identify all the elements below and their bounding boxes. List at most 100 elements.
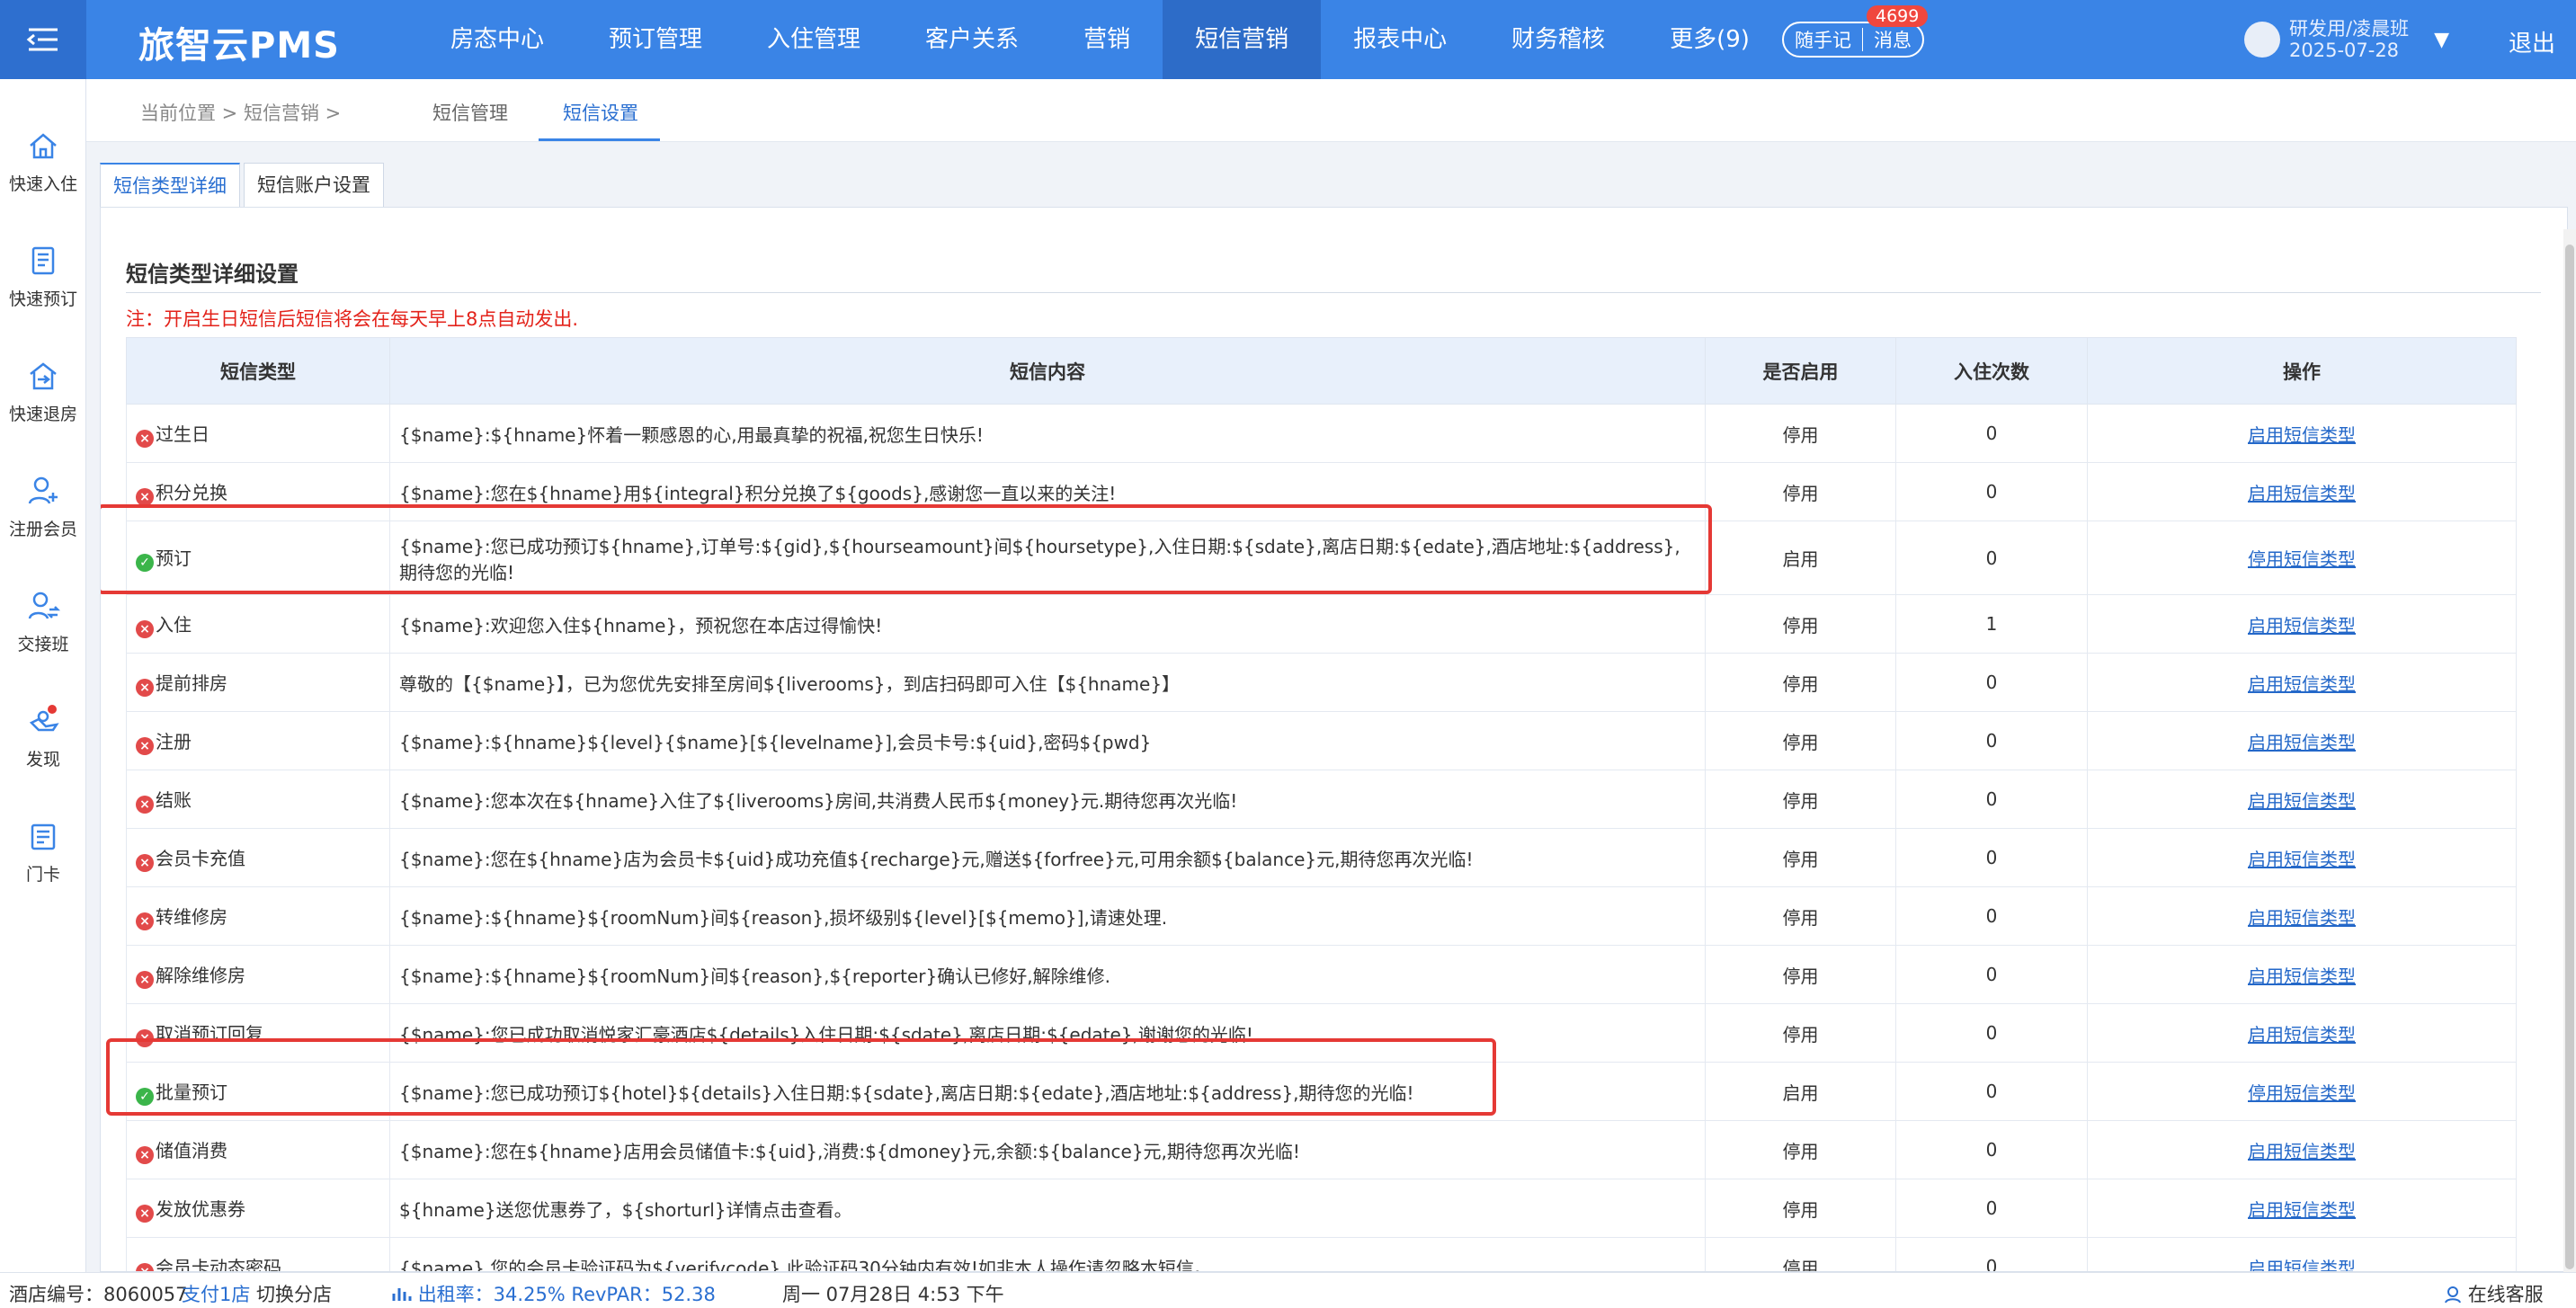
cell-sms-content: ${hname}送您优惠券了，${shorturl}详情点击查看。 bbox=[389, 1179, 1706, 1238]
user-menu[interactable]: 研发用/凌晨班 2025-07-28 ▼ bbox=[2244, 18, 2449, 61]
cell-sms-content: {$name}:${hname}${roomNum}间${reason},损坏级… bbox=[389, 886, 1706, 946]
cell-enabled: 停用 bbox=[1705, 828, 1896, 887]
nav-item-2[interactable]: 入住管理 bbox=[735, 0, 893, 79]
nav-item-6[interactable]: 报表中心 bbox=[1321, 0, 1479, 79]
cell-checkin-count: 0 bbox=[1895, 521, 2088, 595]
toggle-sms-type-link[interactable]: 启用短信类型 bbox=[2248, 615, 2356, 636]
card-icon bbox=[31, 823, 56, 850]
table-row: × 提前排房 尊敬的【{$name}】，已为您优先安排至房间${liverooms}… bbox=[126, 653, 2517, 712]
nav-item-4[interactable]: 营销 bbox=[1051, 0, 1163, 79]
nav-item-7[interactable]: 财务稽核 bbox=[1479, 0, 1637, 79]
sidebar-item-4[interactable]: 交接班 bbox=[0, 565, 86, 663]
online-support-label: 在线客服 bbox=[2467, 1284, 2544, 1305]
cell-enabled: 停用 bbox=[1705, 1179, 1896, 1238]
toggle-sms-type-link[interactable]: 启用短信类型 bbox=[2248, 673, 2356, 695]
column-header-4: 操作 bbox=[2087, 337, 2517, 405]
scrollbar-thumb[interactable] bbox=[2565, 245, 2574, 1269]
toggle-sms-type-link[interactable]: 启用短信类型 bbox=[2248, 1024, 2356, 1046]
disabled-x-icon: × bbox=[136, 429, 154, 448]
occupancy-text: 出租率：34.25% RevPAR：52.38 bbox=[417, 1284, 716, 1305]
sidebar-item-2[interactable]: 快速退房 bbox=[0, 334, 86, 433]
online-support[interactable]: 在线客服 bbox=[2444, 1280, 2544, 1307]
logout-button[interactable]: 退出 bbox=[2509, 25, 2555, 58]
nav-item-1[interactable]: 预订管理 bbox=[576, 0, 735, 79]
checkout-icon bbox=[30, 362, 57, 390]
memo-button[interactable]: 随手记 bbox=[1784, 26, 1862, 53]
cell-enabled: 停用 bbox=[1705, 1120, 1896, 1179]
sidebar-item-3[interactable]: 注册会员 bbox=[0, 449, 86, 548]
cell-sms-type: × 入住 bbox=[126, 594, 390, 654]
cell-checkin-count: 0 bbox=[1895, 886, 2088, 946]
table-row: × 过生日 {$name}:${hname}怀着一颗感恩的心,用最真挚的祝福,祝您生… bbox=[126, 404, 2517, 463]
table-header: 短信类型 短信内容 是否启用 入住次数 操作 bbox=[126, 337, 2517, 405]
toggle-sms-type-link[interactable]: 启用短信类型 bbox=[2248, 965, 2356, 987]
cell-enabled: 停用 bbox=[1705, 1003, 1896, 1063]
toggle-sms-type-link[interactable]: 停用短信类型 bbox=[2248, 1082, 2356, 1104]
disabled-x-icon: × bbox=[136, 1204, 154, 1223]
cell-enabled: 启用 bbox=[1705, 1062, 1896, 1121]
table-row: × 会员卡充值 {$name}:您在${hname}店为会员卡${uid}成功充值$… bbox=[126, 828, 2517, 887]
user-name: 研发用/凌晨班 bbox=[2289, 18, 2410, 40]
active-subtab-underline bbox=[539, 138, 660, 141]
sms-type-panel: 短信类型详细设置 注：开启生日短信后短信将会在每天早上8点自动发出. 短信类型短… bbox=[100, 207, 2568, 1272]
cell-sms-type: × 转维修房 bbox=[126, 886, 390, 946]
top-navbar: 旅智云PMS 房态中心 预订管理 入住管理 客户关系 营销 短信营销 报表中心 财务稽核 更多(… bbox=[0, 0, 2576, 79]
support-icon bbox=[2445, 1286, 2461, 1304]
cell-sms-content: {$name}:${hname}${level}{$name}[${leveln… bbox=[389, 711, 1706, 770]
disabled-x-icon: × bbox=[136, 1145, 154, 1164]
subtab-sms-settings[interactable]: 短信设置 bbox=[563, 99, 638, 126]
nav-item-0[interactable]: 房态中心 bbox=[418, 0, 576, 79]
sidebar-item-1[interactable]: 快速预订 bbox=[0, 219, 86, 318]
title-divider bbox=[126, 292, 2541, 293]
tab-strip: 短信类型详细 短信账户设置 bbox=[100, 163, 388, 208]
cell-sms-content: {$name}:您在${hname}店为会员卡${uid}成功充值${recha… bbox=[389, 828, 1706, 887]
sidebar-item-0[interactable]: 快速入住 bbox=[0, 104, 86, 203]
caret-down-icon[interactable]: ▼ bbox=[2434, 29, 2449, 51]
sidebar-item-5[interactable]: 发现 bbox=[0, 680, 86, 779]
toggle-sms-type-link[interactable]: 启用短信类型 bbox=[2248, 907, 2356, 929]
nav-item-5[interactable]: 短信营销 bbox=[1163, 0, 1322, 79]
cell-checkin-count: 0 bbox=[1895, 1062, 2088, 1121]
cell-action: 启用短信类型 bbox=[2087, 1120, 2517, 1179]
nav-item-3[interactable]: 客户关系 bbox=[893, 0, 1051, 79]
cell-sms-type: × 发放优惠券 bbox=[126, 1179, 390, 1238]
subtab-sms-management[interactable]: 短信管理 bbox=[432, 99, 508, 126]
toggle-sms-type-link[interactable]: 启用短信类型 bbox=[2248, 1199, 2356, 1221]
menu-toggle-icon[interactable] bbox=[0, 0, 86, 79]
sms-type-table: 短信类型 短信内容 是否启用 入住次数 操作 × 过生日 {$name}:${hname}怀… bbox=[126, 337, 2517, 1272]
sidebar-item-label: 快速入住 bbox=[8, 174, 77, 194]
sms-type-label: 储值消费 bbox=[156, 1139, 227, 1161]
panel-title: 短信类型详细设置 bbox=[126, 262, 299, 287]
toggle-sms-type-link[interactable]: 启用短信类型 bbox=[2248, 1141, 2356, 1162]
table-row: × 入住 {$name}:欢迎您入住${hname}，预祝您在本店过得愉快! 停用 1 启… bbox=[126, 594, 2517, 654]
tab-sms-account-settings[interactable]: 短信账户设置 bbox=[244, 163, 384, 208]
cell-action: 启用短信类型 bbox=[2087, 711, 2517, 770]
disabled-x-icon: × bbox=[136, 487, 154, 506]
table-row: × 注册 {$name}:${hname}${level}{$name}[${lev… bbox=[126, 711, 2517, 770]
column-header-2: 是否启用 bbox=[1705, 337, 1896, 405]
tab-sms-type-detail[interactable]: 短信类型详细 bbox=[100, 163, 240, 208]
nav-item-8[interactable]: 更多(9) bbox=[1637, 0, 1782, 79]
toggle-sms-type-link[interactable]: 启用短信类型 bbox=[2248, 1258, 2356, 1272]
sms-type-label: 结账 bbox=[156, 788, 192, 811]
sidebar-item-label: 门卡 bbox=[25, 865, 60, 885]
toggle-sms-type-link[interactable]: 启用短信类型 bbox=[2248, 732, 2356, 753]
memo-message-group: 随手记 消息 bbox=[1782, 22, 1924, 58]
toggle-sms-type-link[interactable]: 停用短信类型 bbox=[2248, 548, 2356, 570]
cell-sms-type: × 会员卡动态密码 bbox=[126, 1237, 390, 1271]
sms-type-label: 过生日 bbox=[156, 423, 209, 445]
message-button[interactable]: 消息 bbox=[1863, 26, 1922, 53]
disabled-x-icon: × bbox=[136, 912, 154, 930]
disabled-x-icon: × bbox=[136, 853, 154, 872]
toggle-sms-type-link[interactable]: 启用短信类型 bbox=[2248, 849, 2356, 870]
toggle-sms-type-link[interactable]: 启用短信类型 bbox=[2248, 483, 2356, 504]
switch-branch-link[interactable]: 切换分店 bbox=[256, 1280, 332, 1307]
cell-sms-type: × 结账 bbox=[126, 770, 390, 829]
column-header-0: 短信类型 bbox=[126, 337, 390, 405]
branch-name[interactable]: 支付1店 bbox=[182, 1280, 250, 1307]
toggle-sms-type-link[interactable]: 启用短信类型 bbox=[2248, 424, 2356, 446]
sms-type-label: 积分兑换 bbox=[156, 481, 227, 503]
sidebar-item-6[interactable]: 门卡 bbox=[0, 795, 86, 894]
toggle-sms-type-link[interactable]: 启用短信类型 bbox=[2248, 790, 2356, 812]
cell-checkin-count: 0 bbox=[1895, 653, 2088, 712]
